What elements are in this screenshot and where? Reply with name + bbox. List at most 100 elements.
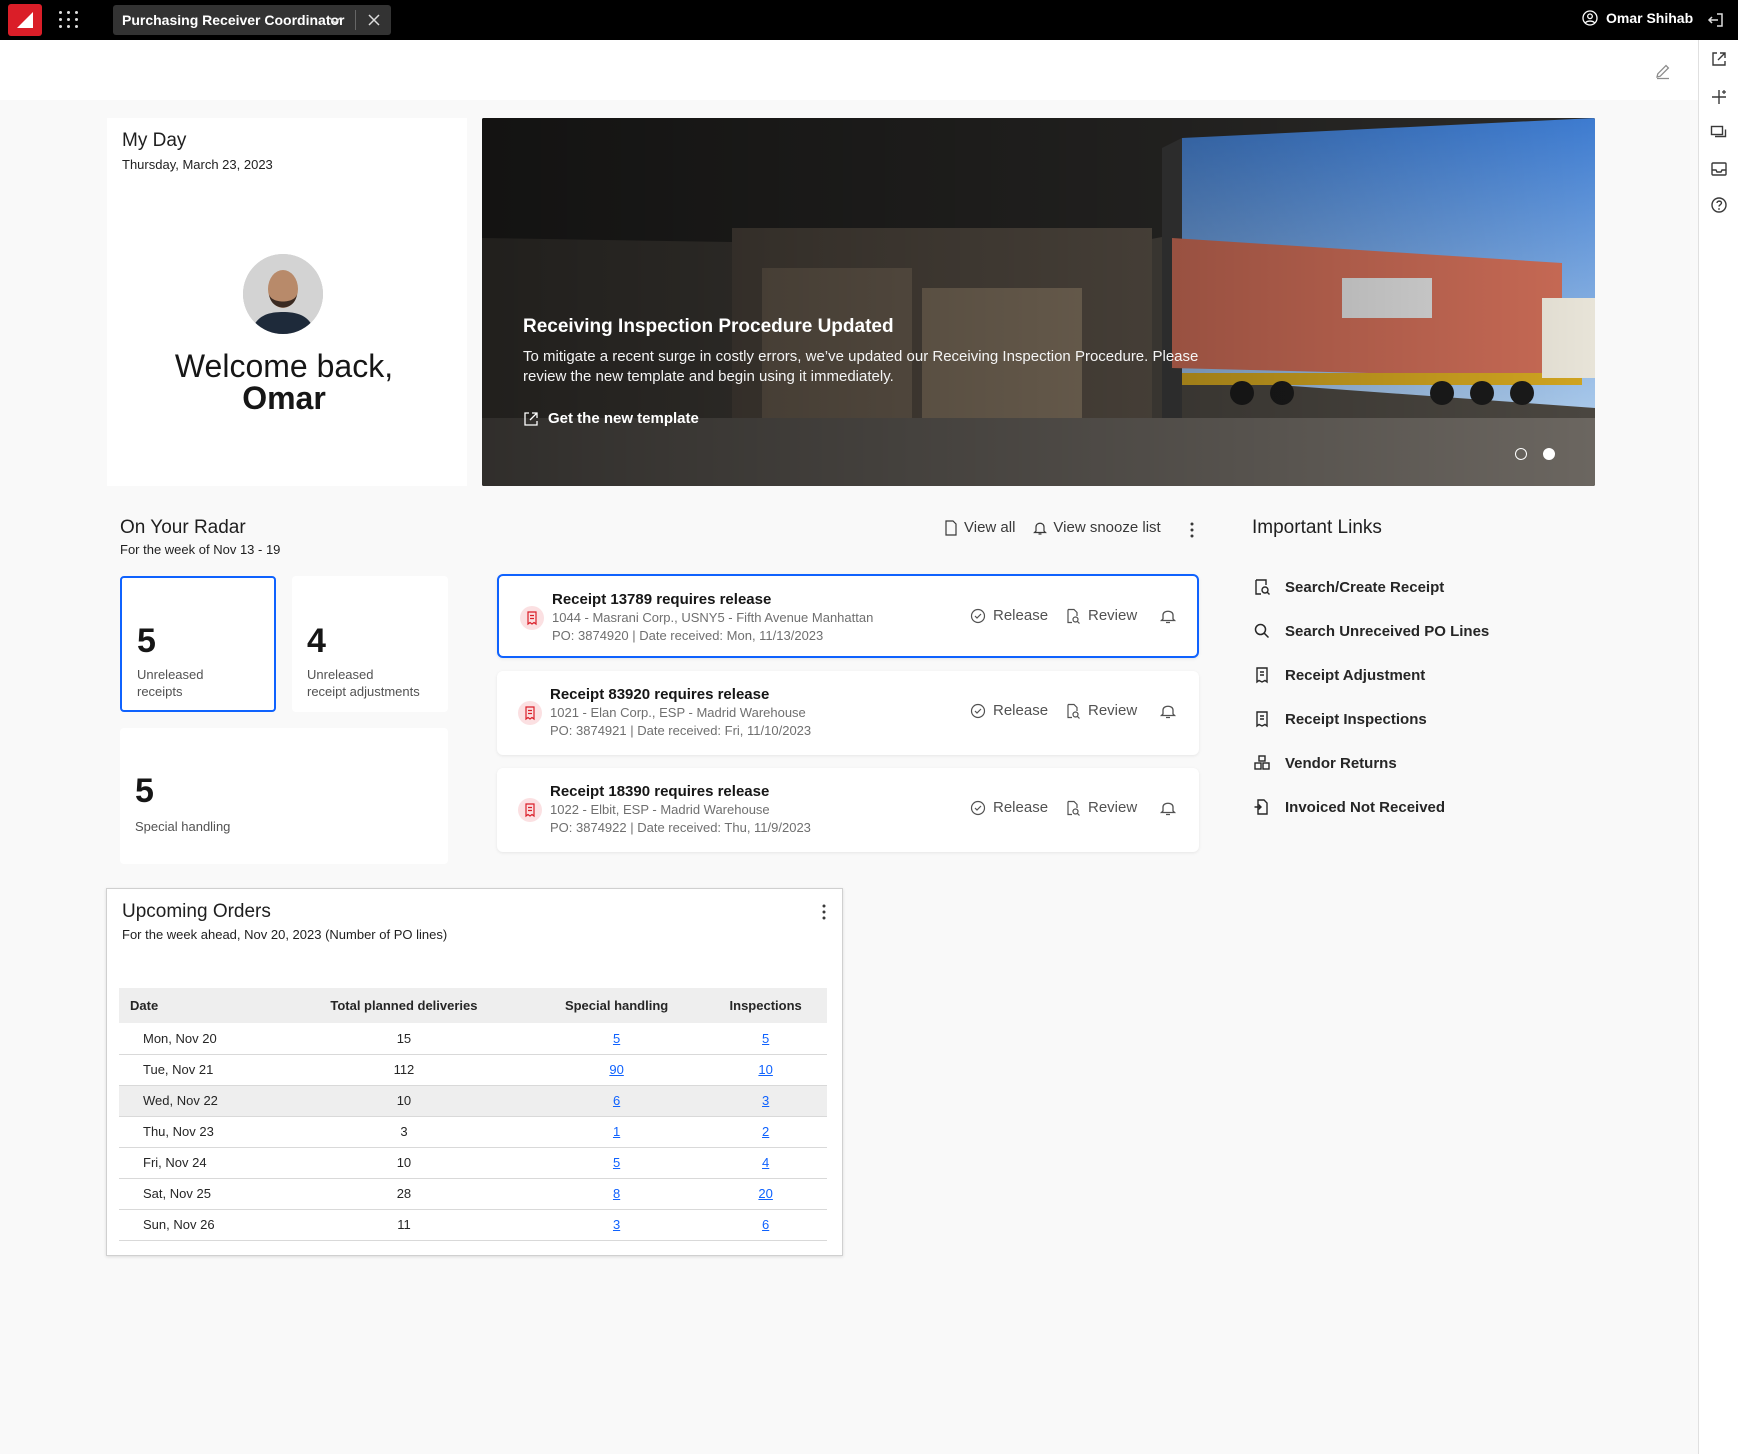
radar-overflow-menu-icon[interactable]	[1183, 521, 1201, 539]
welcome-name: Omar	[242, 380, 326, 416]
receipt-search-icon	[1255, 579, 1270, 595]
receipt-po: PO: 3874922 | Date received: Thu, 11/9/2…	[550, 820, 811, 835]
divider	[355, 10, 356, 30]
carousel-dot-2[interactable]	[1543, 448, 1555, 460]
banner-title: Receiving Inspection Procedure Updated	[523, 316, 894, 337]
deliveries-cell: 10	[279, 1147, 529, 1179]
inspections-link[interactable]: 4	[762, 1155, 769, 1170]
inspections-cell: 4	[704, 1147, 827, 1179]
link-receipt-inspections[interactable]: Receipt Inspections	[1253, 710, 1427, 728]
deliveries-cell: 11	[279, 1209, 529, 1241]
date-cell: Mon, Nov 20	[119, 1023, 279, 1055]
carousel-dot-1[interactable]	[1515, 448, 1527, 460]
logo-icon	[17, 12, 33, 28]
external-link-icon[interactable]	[1709, 49, 1729, 69]
radar-title: On Your Radar	[120, 517, 246, 538]
receipt-card[interactable]: Receipt 18390 requires release 1022 - El…	[497, 768, 1199, 852]
snooze-bell-icon[interactable]	[1159, 799, 1177, 817]
view-all-button[interactable]: View all	[944, 519, 1015, 536]
date-cell: Sat, Nov 25	[119, 1178, 279, 1210]
review-button[interactable]: Review	[1065, 702, 1137, 719]
link-vendor-returns[interactable]: Vendor Returns	[1253, 754, 1397, 772]
special-handling-link[interactable]: 5	[613, 1155, 620, 1170]
link-receipt-adjustment[interactable]: Receipt Adjustment	[1253, 666, 1425, 684]
review-button[interactable]: Review	[1065, 799, 1137, 816]
view-all-label: View all	[964, 519, 1016, 536]
receipt-card[interactable]: Receipt 13789 requires release 1044 - Ma…	[497, 574, 1199, 658]
deliveries-cell: 15	[279, 1023, 529, 1055]
special-handling-link[interactable]: 8	[613, 1186, 620, 1201]
my-day-title: My Day	[122, 130, 187, 151]
inspections-link[interactable]: 5	[762, 1031, 769, 1046]
link-search-create-receipt[interactable]: Search/Create Receipt	[1253, 578, 1444, 596]
release-button[interactable]: Release	[970, 702, 1048, 719]
unreleased-adjustments-tile[interactable]: 4 Unreleased receipt adjustments	[292, 576, 448, 712]
radar-actions: View all View snooze list	[944, 519, 1179, 536]
special-handling-link[interactable]: 6	[613, 1093, 620, 1108]
special-handling-link[interactable]: 3	[613, 1217, 620, 1232]
chevron-down-icon[interactable]	[327, 12, 343, 28]
special-handling-link[interactable]: 1	[613, 1124, 620, 1139]
checkmark-circle-icon	[970, 608, 986, 623]
table-header-row: Date Total planned deliveries Special ha…	[119, 988, 827, 1023]
app-logo[interactable]	[8, 4, 42, 36]
link-search-unreceived-po-lines[interactable]: Search Unreceived PO Lines	[1253, 622, 1489, 640]
checkmark-circle-icon	[970, 800, 986, 815]
inspections-link[interactable]: 10	[758, 1062, 772, 1077]
role-tab-label: Purchasing Receiver Coordinator	[122, 12, 345, 28]
ai-sparkle-icon[interactable]	[1709, 87, 1729, 107]
role-tab[interactable]: Purchasing Receiver Coordinator	[113, 5, 391, 35]
receipt-po: PO: 3874921 | Date received: Fri, 11/10/…	[550, 723, 812, 738]
user-menu[interactable]: Omar Shihab	[1582, 10, 1693, 26]
document-review-icon	[1067, 800, 1080, 816]
app-launcher-icon[interactable]	[58, 10, 80, 30]
snooze-bell-icon[interactable]	[1159, 607, 1177, 625]
upcoming-orders-card: Upcoming Orders For the week ahead, Nov …	[106, 888, 843, 1256]
column-header: Inspections	[704, 988, 827, 1023]
snooze-bell-icon[interactable]	[1159, 702, 1177, 720]
inspections-link[interactable]: 20	[758, 1186, 772, 1201]
review-label: Review	[1088, 799, 1138, 816]
inspections-link[interactable]: 2	[762, 1124, 769, 1139]
link-invoiced-not-received[interactable]: Invoiced Not Received	[1253, 798, 1445, 816]
inbox-icon[interactable]	[1709, 159, 1729, 179]
special-handling-link[interactable]: 5	[613, 1031, 620, 1046]
special-handling-tile[interactable]: 5 Special handling	[120, 728, 448, 864]
external-link-icon	[524, 411, 538, 426]
tile-count: 5	[137, 622, 156, 660]
top-bar: Purchasing Receiver Coordinator Omar Shi…	[0, 0, 1738, 40]
help-icon[interactable]	[1709, 195, 1729, 215]
special-handling-cell: 5	[528, 1147, 705, 1179]
tile-label-line2: receipts	[137, 684, 183, 699]
receipt-card[interactable]: Receipt 83920 requires release 1021 - El…	[497, 671, 1199, 755]
deliveries-cell: 112	[279, 1054, 529, 1086]
receipt-po: PO: 3874920 | Date received: Mon, 11/13/…	[552, 628, 824, 643]
special-handling-cell: 5	[528, 1023, 705, 1055]
review-button[interactable]: Review	[1065, 607, 1137, 624]
link-label: Vendor Returns	[1285, 754, 1397, 772]
unreleased-receipts-tile[interactable]: 5 Unreleased receipts	[120, 576, 276, 712]
my-day-card: My Day Thursday, March 23, 2023 Welcome …	[107, 118, 467, 486]
view-snooze-button[interactable]: View snooze list	[1033, 519, 1161, 536]
release-button[interactable]: Release	[970, 607, 1048, 624]
checkmark-circle-icon	[970, 703, 986, 718]
banner-text: To mitigate a recent surge in costly err…	[523, 348, 1199, 385]
edit-icon[interactable]	[1654, 62, 1672, 80]
receipt-vendor: 1044 - Masrani Corp., USNY5 - Fifth Aven…	[552, 610, 874, 625]
inspections-link[interactable]: 6	[762, 1217, 769, 1232]
table-row: Tue, Nov 21 112 90 10	[119, 1054, 827, 1086]
orders-subtitle: For the week ahead, Nov 20, 2023 (Number…	[122, 927, 448, 942]
link-label: Search/Create Receipt	[1285, 578, 1445, 596]
important-links-title: Important Links	[1252, 517, 1382, 538]
get-template-link[interactable]: Get the new template	[523, 410, 699, 427]
special-handling-link[interactable]: 90	[609, 1062, 623, 1077]
inspections-cell: 20	[704, 1178, 827, 1210]
orders-overflow-menu-icon[interactable]	[815, 903, 833, 921]
inspections-link[interactable]: 3	[762, 1093, 769, 1108]
tile-label: Unreleased receipts	[137, 666, 204, 700]
close-icon[interactable]	[366, 12, 382, 28]
chat-icon[interactable]	[1709, 123, 1729, 143]
warehouse-image	[482, 118, 1595, 486]
release-button[interactable]: Release	[970, 799, 1048, 816]
logout-icon[interactable]	[1706, 10, 1726, 30]
